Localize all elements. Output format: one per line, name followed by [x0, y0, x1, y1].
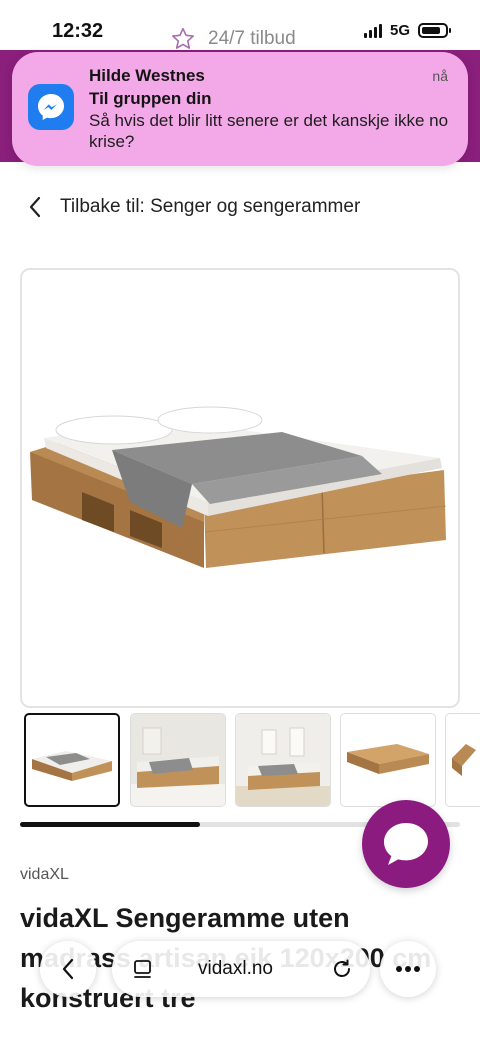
browser-back-button[interactable] — [40, 941, 96, 997]
star-icon — [172, 27, 194, 49]
notification-body: Så hvis det blir litt senere er det kans… — [89, 111, 449, 151]
promo-text: 24/7 tilbud — [208, 28, 296, 49]
status-indicators: 5G — [363, 22, 451, 39]
thumbnail-4[interactable] — [340, 713, 436, 807]
status-time: 12:32 — [52, 20, 104, 42]
thumbnail-image — [32, 751, 112, 781]
chevron-left-icon — [62, 958, 74, 980]
thumbnail-5[interactable] — [445, 713, 480, 807]
more-options-button[interactable] — [380, 941, 436, 997]
promo-strip[interactable]: 24/7 tilbud — [170, 26, 296, 52]
bed-frame-illustration — [30, 406, 447, 568]
thumbnail-strip[interactable] — [24, 713, 480, 809]
gallery-scroll-progress-fill — [20, 822, 201, 827]
ellipsis-icon — [396, 966, 420, 972]
messenger-icon — [28, 84, 74, 130]
battery-icon — [418, 23, 451, 38]
back-link-label: Tilbake til: Senger og sengerammer — [60, 196, 361, 217]
thumbnail-image — [347, 744, 429, 774]
address-bar[interactable]: vidaxl.no — [112, 941, 370, 997]
notification-time: nå — [432, 68, 448, 84]
tab-overview-icon — [134, 960, 151, 978]
thumbnail-1[interactable] — [24, 713, 120, 807]
thumbnail-3[interactable] — [235, 713, 331, 807]
notification-sender: Hilde Westnes — [89, 66, 205, 85]
chat-support-button[interactable] — [362, 800, 450, 888]
message-notification[interactable]: Hilde Westnes nå Til gruppen din Så hvis… — [12, 52, 468, 166]
notification-subtitle: Til gruppen din — [89, 89, 212, 108]
thumbnail-2[interactable] — [130, 713, 226, 807]
reload-icon[interactable] — [330, 957, 354, 981]
main-product-image[interactable] — [20, 268, 460, 708]
thumbnail-image — [236, 714, 330, 806]
back-to-category-link[interactable]: Tilbake til: Senger og sengerammer — [28, 196, 360, 218]
url-text: vidaxl.no — [198, 958, 273, 979]
chevron-left-icon — [29, 196, 41, 218]
thumbnail-image — [131, 714, 225, 806]
product-brand[interactable]: vidaXL — [20, 866, 69, 884]
thumbnail-image — [452, 744, 476, 776]
network-type: 5G — [389, 22, 410, 39]
cellular-signal-icon — [363, 23, 382, 38]
chat-bubble-icon — [384, 823, 428, 865]
